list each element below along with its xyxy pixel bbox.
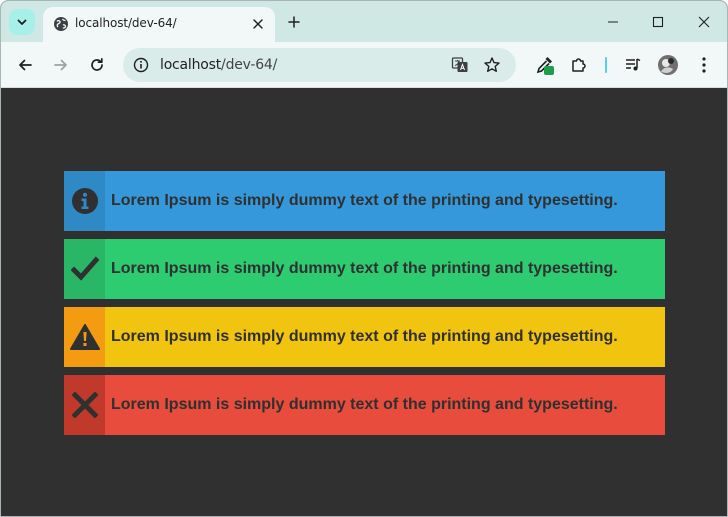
maximize-button[interactable] [647,11,669,33]
new-tab-button[interactable] [284,12,304,32]
profile-button[interactable] [657,54,679,76]
bookmark-button[interactable] [483,56,501,74]
page-content: Lorem Ipsum is simply dummy text of the … [1,89,727,516]
menu-button[interactable] [693,54,715,76]
puzzle-icon [572,58,586,72]
alert-message: Lorem Ipsum is simply dummy text of the … [105,171,665,231]
alert-message: Lorem Ipsum is simply dummy text of the … [105,375,665,435]
toolbar-separator [605,57,607,73]
reload-icon [91,57,103,71]
close-icon [253,19,263,29]
checkmark-icon [70,256,99,281]
eyedropper-icon [536,57,554,75]
arrow-right-icon [54,59,67,71]
more-vertical-icon [702,57,706,73]
reload-button[interactable] [86,54,108,76]
alert-icon-box [64,239,105,299]
alert-warning: Lorem Ipsum is simply dummy text of the … [64,307,665,367]
close-icon [698,16,710,28]
cross-icon [71,392,98,418]
tab-search-button[interactable] [9,9,35,35]
alert-success: Lorem Ipsum is simply dummy text of the … [64,239,665,299]
minimize-icon [608,21,618,23]
url-path: /dev-64/ [221,57,278,73]
tab-active[interactable]: localhost/dev-64/ [43,7,275,42]
arrow-left-icon [19,59,32,71]
alert-icon-box [64,307,105,367]
globe-icon [54,17,68,31]
chevron-down-icon [17,19,27,25]
avatar [658,55,678,75]
translate-button[interactable] [451,56,469,74]
alert-info: Lorem Ipsum is simply dummy text of the … [64,171,665,231]
plus-icon [288,16,300,28]
extensions-button[interactable] [568,54,590,76]
media-control-button[interactable] [622,54,644,76]
close-window-button[interactable] [693,11,715,33]
playlist-music-icon [626,58,641,71]
alert-icon-box [64,171,105,231]
alert-error: Lorem Ipsum is simply dummy text of the … [64,375,665,435]
minimize-button[interactable] [602,11,624,33]
url-text[interactable]: localhost/dev-64/ [160,57,277,73]
browser-toolbar: localhost/dev-64/ [1,42,727,88]
tab-title: localhost/dev-64/ [75,16,177,30]
address-bar[interactable]: localhost/dev-64/ [123,48,516,82]
site-info-icon[interactable] [133,57,149,73]
maximize-icon [652,16,664,28]
translate-icon [451,57,468,72]
alert-icon-box [64,375,105,435]
extension-eyedropper-button[interactable] [534,54,556,76]
back-button[interactable] [14,54,36,76]
tab-strip: localhost/dev-64/ [1,1,727,42]
alert-message: Lorem Ipsum is simply dummy text of the … [105,307,665,367]
alert-message: Lorem Ipsum is simply dummy text of the … [105,239,665,299]
forward-button[interactable] [50,54,72,76]
tab-close-button[interactable] [249,15,267,33]
warning-triangle-icon [69,324,100,350]
browser-window: localhost/dev-64/ localhost/dev-64/ Lore… [0,0,728,517]
url-host: localhost [160,57,222,73]
info-circle-icon [71,188,98,214]
star-icon [484,57,500,72]
